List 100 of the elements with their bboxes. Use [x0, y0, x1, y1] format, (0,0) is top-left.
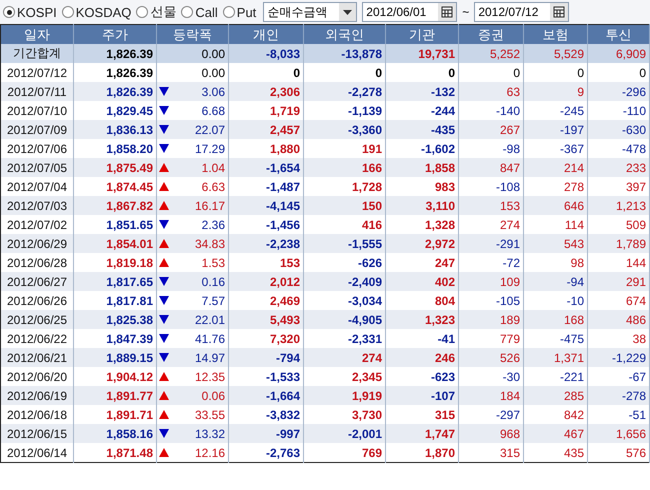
- table-cell: -2,238: [228, 234, 304, 253]
- table-cell: 1,825.38: [74, 310, 156, 329]
- table-cell: 1,867.82: [74, 196, 156, 215]
- table-cell: 847: [458, 158, 524, 177]
- table-cell: 267: [458, 120, 524, 139]
- change-value: 0.16: [202, 274, 225, 288]
- table-cell: 109: [458, 272, 524, 291]
- table-cell: 274: [304, 348, 386, 367]
- column-header[interactable]: 기관: [386, 24, 458, 44]
- table-cell: -132: [386, 82, 458, 101]
- change-value: 22.07: [194, 122, 225, 136]
- column-header[interactable]: 등락폭: [156, 24, 228, 44]
- column-header[interactable]: 일자: [0, 24, 74, 44]
- table-cell: -1,654: [228, 158, 304, 177]
- measure-dropdown[interactable]: 순매수금액: [263, 2, 358, 22]
- table-cell: 19,731: [386, 44, 458, 63]
- table-cell: -1,664: [228, 386, 304, 405]
- change-value: 14.97: [194, 350, 225, 364]
- change-value: 17.29: [194, 142, 225, 156]
- column-header[interactable]: 개인: [228, 24, 304, 44]
- change-value: 13.32: [194, 426, 225, 440]
- table-cell: 기간합계: [0, 44, 74, 63]
- table-cell: 153: [458, 196, 524, 215]
- change-value: 7.57: [202, 294, 225, 308]
- table-cell: 1,889.15: [74, 348, 156, 367]
- change-value: 3.06: [202, 84, 225, 98]
- market-radio[interactable]: 선물: [136, 3, 176, 21]
- change-value: 1.04: [202, 160, 225, 174]
- table-cell: 576: [588, 443, 650, 462]
- table-cell: 2012/07/05: [0, 158, 74, 177]
- table-cell: 285: [524, 386, 588, 405]
- market-radio[interactable]: Put: [222, 4, 256, 20]
- table-cell: 315: [458, 443, 524, 462]
- table-cell: 2012/06/29: [0, 234, 74, 253]
- column-header[interactable]: 보험: [524, 24, 588, 44]
- table-cell: 435: [524, 443, 588, 462]
- table-cell: 1,747: [386, 424, 458, 443]
- range-separator: ~: [462, 5, 470, 19]
- table-cell: -1,229: [588, 348, 650, 367]
- table-cell: 486: [588, 310, 650, 329]
- table-cell: -2,763: [228, 443, 304, 462]
- table-cell: -13,878: [304, 44, 386, 63]
- table-cell: 150: [304, 196, 386, 215]
- change-value: 16.17: [194, 198, 225, 212]
- table-cell: 1,875.49: [74, 158, 156, 177]
- table-cell: 1,656: [588, 424, 650, 443]
- table-cell: 2,306: [228, 82, 304, 101]
- table-cell: -794: [228, 348, 304, 367]
- calendar-icon[interactable]: [550, 3, 568, 21]
- table-cell: 63: [458, 82, 524, 101]
- table-cell: -3,360: [304, 120, 386, 139]
- market-radio[interactable]: Call: [181, 4, 218, 20]
- table-cell: 2,972: [386, 234, 458, 253]
- up-triangle-icon: [159, 448, 169, 457]
- caret-icon: [339, 3, 356, 21]
- table-cell: 1,836.13: [74, 120, 156, 139]
- table-cell: 166: [304, 158, 386, 177]
- date-field[interactable]: 2012/07/12: [474, 2, 570, 22]
- table-cell: 1,323: [386, 310, 458, 329]
- table-cell: 2012/06/19: [0, 386, 74, 405]
- change-value: 12.16: [194, 446, 225, 460]
- change-value: 6.63: [202, 180, 225, 194]
- market-radio[interactable]: KOSPI: [3, 4, 57, 20]
- table-cell: -4,905: [304, 310, 386, 329]
- table-cell: 1,858: [386, 158, 458, 177]
- table-cell: 2012/06/21: [0, 348, 74, 367]
- table-cell: 5,529: [524, 44, 588, 63]
- table-cell: 2012/06/25: [0, 310, 74, 329]
- table-cell: 233: [588, 158, 650, 177]
- table-cell: 968: [458, 424, 524, 443]
- date-field[interactable]: 2012/06/01: [362, 2, 458, 22]
- table-cell: 2012/07/03: [0, 196, 74, 215]
- table-cell: 1,871.48: [74, 443, 156, 462]
- table-cell: 2012/07/09: [0, 120, 74, 139]
- table-cell: -8,033: [228, 44, 304, 63]
- table-cell: 246: [386, 348, 458, 367]
- table-cell: 6,909: [588, 44, 650, 63]
- table-cell: -1,555: [304, 234, 386, 253]
- table-cell: 769: [304, 443, 386, 462]
- table-cell: 3,110: [386, 196, 458, 215]
- table-cell: -2,278: [304, 82, 386, 101]
- calendar-icon[interactable]: [438, 3, 456, 21]
- table-cell: -2,001: [304, 424, 386, 443]
- column-header[interactable]: 주가: [74, 24, 156, 44]
- table-cell: -94: [524, 272, 588, 291]
- table-cell: 189: [458, 310, 524, 329]
- change-value: 34.83: [194, 236, 225, 250]
- table-cell: 5,493: [228, 310, 304, 329]
- market-radio[interactable]: KOSDAQ: [62, 4, 132, 20]
- table-cell: 184: [458, 386, 524, 405]
- column-header[interactable]: 투신: [588, 24, 650, 44]
- table-cell: 168: [524, 310, 588, 329]
- table-cell: -197: [524, 120, 588, 139]
- table-cell: 2012/06/15: [0, 424, 74, 443]
- column-header[interactable]: 외국인: [304, 24, 386, 44]
- table-cell: 646: [524, 196, 588, 215]
- table-cell: 1,891.77: [74, 386, 156, 405]
- table-cell: 543: [524, 234, 588, 253]
- column-header[interactable]: 증권: [458, 24, 524, 44]
- table-cell: 1,789: [588, 234, 650, 253]
